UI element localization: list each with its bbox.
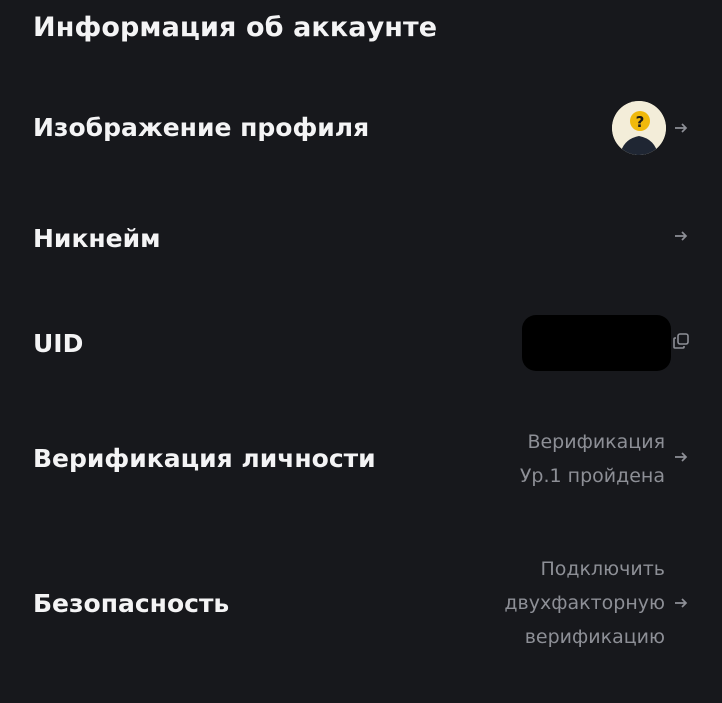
- avatar[interactable]: ?: [612, 101, 666, 155]
- identity-status-line-2: Ур.1 пройдена: [519, 465, 665, 487]
- security-action-line-2: двухфакторную: [504, 592, 665, 614]
- uid-value-redacted: [522, 315, 671, 371]
- svg-text:?: ?: [636, 113, 645, 131]
- profile-image-label: Изображение профиля: [33, 113, 370, 142]
- identity-status-line-1: Верификация: [527, 431, 665, 453]
- page-title: Информация об аккаунте: [33, 12, 438, 43]
- account-info-screen: Информация об аккаунте Изображение профи…: [0, 0, 722, 703]
- arrow-right-icon[interactable]: [673, 595, 689, 611]
- uid-label: UID: [33, 329, 84, 358]
- avatar-placeholder-icon: ?: [612, 101, 666, 155]
- arrow-right-icon[interactable]: [673, 120, 689, 136]
- arrow-right-icon[interactable]: [673, 449, 689, 465]
- copy-icon[interactable]: [672, 332, 690, 350]
- identity-verification-label: Верификация личности: [33, 444, 376, 473]
- security-action-line-3: верификацию: [524, 626, 665, 648]
- security-label: Безопасность: [33, 589, 230, 618]
- nickname-label: Никнейм: [33, 224, 161, 253]
- arrow-right-icon[interactable]: [673, 228, 689, 244]
- nickname-row[interactable]: Никнейм: [0, 216, 722, 266]
- security-action-line-1: Подключить: [540, 558, 665, 580]
